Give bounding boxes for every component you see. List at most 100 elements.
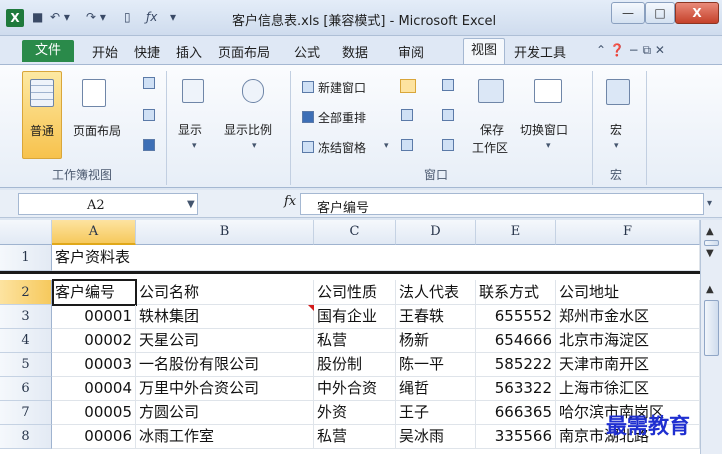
column-header-f[interactable]: F [556, 220, 700, 245]
row-header-7[interactable]: 7 [0, 401, 52, 425]
arrange-all-button[interactable]: 全部重排 [318, 109, 366, 126]
page-break-preview-icon[interactable] [143, 77, 155, 89]
column-header-e[interactable]: E [476, 220, 556, 245]
cell-id[interactable]: 00001 [52, 305, 136, 329]
undo-icon[interactable]: ↶ ▾ [50, 10, 70, 24]
redo-icon[interactable]: ↷ ▾ [86, 10, 106, 24]
row-header-3[interactable]: 3 [0, 305, 52, 329]
minimize-button[interactable]: — [611, 2, 645, 24]
tab-page-layout[interactable]: 页面布局 [218, 42, 270, 61]
tab-home[interactable]: 开始 [92, 42, 118, 61]
reset-window-position-icon[interactable] [442, 139, 454, 151]
header-cell-d2[interactable]: 法人代表 [396, 280, 476, 305]
new-window-button[interactable]: 新建窗口 [318, 79, 366, 96]
tab-file[interactable]: 文件 [22, 40, 74, 62]
header-cell-b2[interactable]: 公司名称 [136, 280, 314, 305]
cell-type[interactable]: 中外合资 [314, 377, 396, 401]
row-header-5[interactable]: 5 [0, 353, 52, 377]
macros-button[interactable]: 宏 [610, 121, 622, 138]
page-layout-button[interactable]: 页面布局 [73, 122, 121, 139]
cell-contact[interactable]: 666365 [476, 401, 556, 425]
tab-formulas[interactable]: 公式 [294, 42, 320, 61]
row-header-8[interactable]: 8 [0, 425, 52, 449]
cell-company[interactable]: 万里中外合资公司 [136, 377, 314, 401]
header-cell-f2[interactable]: 公司地址 [556, 280, 700, 305]
macros-dropdown-icon[interactable]: ▾ [614, 141, 619, 151]
cell-representative[interactable]: 吴冰雨 [396, 425, 476, 449]
save-workspace-button[interactable]: 保存 [480, 121, 504, 138]
row-header-6[interactable]: 6 [0, 377, 52, 401]
row-header-1[interactable]: 1 [0, 245, 52, 271]
custom-views-icon[interactable] [143, 109, 155, 121]
fx-quick-icon[interactable]: ƒx [146, 10, 157, 24]
cell-address[interactable]: 天津市南开区 [556, 353, 700, 377]
scroll-down-icon[interactable]: ▼ [706, 248, 714, 259]
cell-company[interactable]: 一名股份有限公司 [136, 353, 314, 377]
scrollbar-thumb[interactable] [704, 300, 719, 356]
show-dropdown-icon[interactable]: ▾ [192, 141, 197, 151]
vertical-scrollbar[interactable]: ▲ ▼ ▲ [700, 220, 722, 454]
cell-type[interactable]: 私营 [314, 329, 396, 353]
row-header-2[interactable]: 2 [0, 280, 52, 305]
close-button[interactable]: X [675, 2, 719, 24]
tab-view[interactable]: 视图 [463, 38, 505, 64]
cell-contact[interactable]: 335566 [476, 425, 556, 449]
show-button[interactable]: 显示 [178, 121, 202, 138]
cell-company[interactable]: 轶林集团 [136, 305, 314, 329]
tab-shortcuts[interactable]: 快捷 [134, 42, 160, 61]
cell-contact[interactable]: 585222 [476, 353, 556, 377]
title-cell-a1[interactable]: 客户资料表 [52, 245, 700, 271]
cell-id[interactable]: 00004 [52, 377, 136, 401]
freeze-panes-button[interactable]: 冻结窗格 [318, 139, 366, 156]
tab-data[interactable]: 数据 [342, 42, 368, 61]
scroll-up-icon[interactable]: ▲ [706, 284, 714, 295]
cell-type[interactable]: 国有企业 [314, 305, 396, 329]
cell-representative[interactable]: 王春轶 [396, 305, 476, 329]
switch-windows-button[interactable]: 切换窗口 [520, 121, 568, 138]
cell-address[interactable]: 北京市海淀区 [556, 329, 700, 353]
column-header-b[interactable]: B [136, 220, 314, 245]
select-all-corner[interactable] [0, 220, 52, 245]
hide-icon[interactable] [401, 109, 413, 121]
synchronous-scrolling-icon[interactable] [442, 109, 454, 121]
cell-id[interactable]: 00003 [52, 353, 136, 377]
cell-representative[interactable]: 陈一平 [396, 353, 476, 377]
column-header-d[interactable]: D [396, 220, 476, 245]
tab-review[interactable]: 审阅 [398, 42, 424, 61]
cell-representative[interactable]: 王子 [396, 401, 476, 425]
cell-representative[interactable]: 杨新 [396, 329, 476, 353]
full-screen-icon[interactable] [143, 139, 155, 151]
switch-windows-dropdown-icon[interactable]: ▾ [546, 141, 551, 151]
cell-address[interactable]: 上海市徐汇区 [556, 377, 700, 401]
cell-address[interactable]: 郑州市金水区 [556, 305, 700, 329]
customize-toolbar-icon[interactable]: ▾ [170, 10, 176, 24]
worksheet-grid[interactable]: A B C D E F 1 客户资料表 2 客户编号 公司名称 公司性质 法人代… [0, 220, 700, 454]
save-icon[interactable]: ■ [32, 10, 43, 24]
name-box[interactable]: A2 ▼ [18, 193, 198, 215]
new-document-icon[interactable]: ▯ [124, 10, 131, 24]
tab-insert[interactable]: 插入 [176, 42, 202, 61]
zoom-button[interactable]: 显示比例 [224, 121, 272, 138]
insert-function-icon[interactable]: fx [284, 194, 296, 209]
scroll-up-icon[interactable]: ▲ [706, 226, 714, 237]
header-cell-e2[interactable]: 联系方式 [476, 280, 556, 305]
view-side-by-side-icon[interactable] [442, 79, 454, 91]
cell-type[interactable]: 外资 [314, 401, 396, 425]
column-header-c[interactable]: C [314, 220, 396, 245]
cell-company[interactable]: 天星公司 [136, 329, 314, 353]
tab-developer[interactable]: 开发工具 [514, 42, 566, 61]
unhide-icon[interactable] [401, 139, 413, 151]
cell-contact[interactable]: 655552 [476, 305, 556, 329]
split-icon[interactable] [400, 79, 416, 93]
cell-id[interactable]: 00002 [52, 329, 136, 353]
row-header-4[interactable]: 4 [0, 329, 52, 353]
expand-formula-bar-icon[interactable]: ▾ [707, 198, 712, 209]
freeze-panes-dropdown-icon[interactable]: ▾ [384, 141, 389, 151]
cell-company[interactable]: 冰雨工作室 [136, 425, 314, 449]
cell-type[interactable]: 私营 [314, 425, 396, 449]
maximize-button[interactable]: □ [645, 2, 675, 24]
column-header-a[interactable]: A [52, 220, 136, 245]
excel-logo-icon[interactable]: X [6, 9, 24, 27]
cell-contact[interactable]: 563322 [476, 377, 556, 401]
cell-company[interactable]: 方圆公司 [136, 401, 314, 425]
